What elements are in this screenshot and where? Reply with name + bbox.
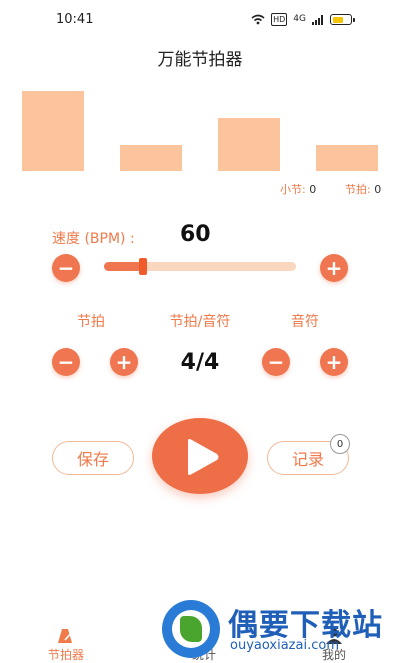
beat-note-column-label: 节拍/音符 [169,314,231,330]
beat-bar-1 [22,91,84,171]
note-decrease-button[interactable]: − [262,348,290,376]
plus-icon: + [325,350,343,374]
bpm-value: 60 [180,222,211,247]
battery-icon [330,14,355,25]
signal-icon [312,14,323,25]
record-count-badge: 0 [330,434,350,454]
signal-text: 4G [293,14,306,24]
metronome-icon [58,629,74,643]
tempo-increase-button[interactable]: + [320,254,348,282]
wifi-icon [251,14,265,25]
minus-icon: − [57,256,75,280]
status-bar: 10:41 HD 4G [0,0,400,40]
watermark-logo [162,600,220,658]
tempo-slider[interactable] [104,258,296,275]
beat-count-value: 0 [374,183,382,196]
watermark: 偶要下载站 ouyaoxiazai.com [160,598,400,660]
note-increase-button[interactable]: + [320,348,348,376]
watermark-url: ouyaoxiazai.com [230,638,339,653]
measure-value: 0 [309,183,317,196]
beat-count-label: 节拍: [345,183,371,196]
hd-badge: HD [271,13,288,26]
play-button[interactable] [152,418,248,494]
status-icons: HD 4G [251,13,355,26]
tab-metronome[interactable]: 节拍器 [26,620,106,663]
note-column-label: 音符 [291,314,319,330]
measure-label: 小节: [280,183,306,196]
beat-bar-2 [120,145,182,171]
tempo-slider-handle[interactable] [139,258,147,275]
beat-column-label: 节拍 [77,314,105,330]
page-title: 万能节拍器 [157,50,243,70]
tempo-label: 速度 (BPM) : [52,231,135,247]
minus-icon: − [267,350,285,374]
save-button[interactable]: 保存 [52,441,134,475]
plus-icon: + [325,256,343,280]
beat-bar-3 [218,118,280,171]
beat-bar-4 [316,145,378,171]
tab-metronome-label: 节拍器 [47,648,84,662]
beat-counter: 节拍: 0 [345,181,381,197]
tempo-decrease-button[interactable]: − [52,254,80,282]
measure-counter: 小节: 0 [280,181,316,197]
status-time: 10:41 [56,12,94,27]
tempo-slider-fill [104,262,142,271]
play-icon [188,439,219,475]
